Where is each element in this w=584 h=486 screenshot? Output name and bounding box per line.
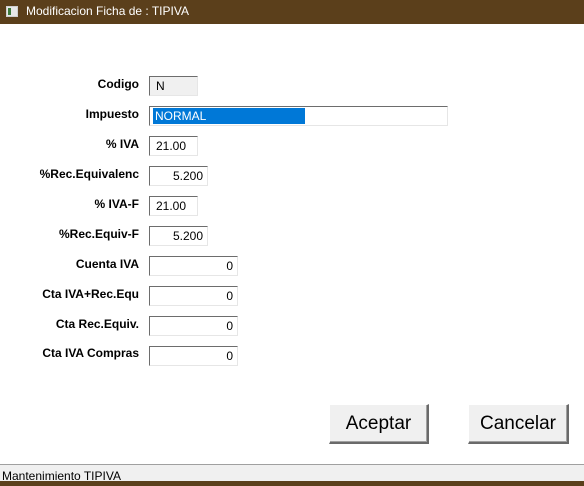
- cta-compras-input[interactable]: 0: [149, 346, 238, 366]
- rec-equiv-input[interactable]: 5.200: [149, 166, 208, 186]
- codigo-field: N: [149, 76, 198, 96]
- accept-button-label: Aceptar: [345, 412, 412, 434]
- cta-compras-value: 0: [226, 349, 233, 363]
- cancel-button-label: Cancelar: [479, 412, 557, 434]
- iva-f-value: 21.00: [156, 199, 187, 213]
- iva-input[interactable]: 21.00: [149, 136, 198, 156]
- rec-equiv-f-label: %Rec.Equiv-F: [58, 227, 139, 241]
- cta-iva-rec-value: 0: [226, 289, 233, 303]
- form-area: Codigo N Impuesto NORMAL % IVA 21.00 %Re…: [0, 24, 584, 464]
- codigo-value: N: [156, 79, 165, 93]
- cta-iva-rec-label: Cta IVA+Rec.Equ: [42, 287, 139, 301]
- rec-equiv-f-value: 5.200: [172, 229, 203, 243]
- cancel-button[interactable]: Cancelar: [468, 404, 569, 444]
- rec-equiv-label: %Rec.Equivalenc: [39, 167, 139, 181]
- cta-rec-input[interactable]: 0: [149, 316, 238, 336]
- window-bottom-border: [0, 481, 584, 486]
- iva-f-input[interactable]: 21.00: [149, 196, 198, 216]
- cta-iva-rec-input[interactable]: 0: [149, 286, 238, 306]
- cta-rec-label: Cta Rec.Equiv.: [55, 317, 139, 331]
- cuenta-iva-input[interactable]: 0: [149, 256, 238, 276]
- cta-rec-value: 0: [226, 319, 233, 333]
- window-title: Modificacion Ficha de : TIPIVA: [26, 4, 189, 18]
- cta-compras-label: Cta IVA Compras: [42, 346, 139, 360]
- iva-value: 21.00: [156, 139, 187, 153]
- title-bar: Modificacion Ficha de : TIPIVA: [0, 0, 584, 24]
- iva-label: % IVA: [105, 137, 139, 151]
- rec-equiv-f-input[interactable]: 5.200: [149, 226, 208, 246]
- cuenta-iva-label: Cuenta IVA: [75, 257, 139, 271]
- impuesto-label: Impuesto: [85, 107, 139, 121]
- impuesto-input[interactable]: NORMAL: [149, 106, 448, 126]
- accept-button[interactable]: Aceptar: [329, 404, 429, 444]
- cuenta-iva-value: 0: [226, 259, 233, 273]
- codigo-label: Codigo: [97, 77, 139, 91]
- impuesto-value: NORMAL: [153, 108, 305, 124]
- iva-f-label: % IVA-F: [94, 197, 139, 211]
- rec-equiv-value: 5.200: [172, 169, 203, 183]
- window-icon: [6, 6, 18, 17]
